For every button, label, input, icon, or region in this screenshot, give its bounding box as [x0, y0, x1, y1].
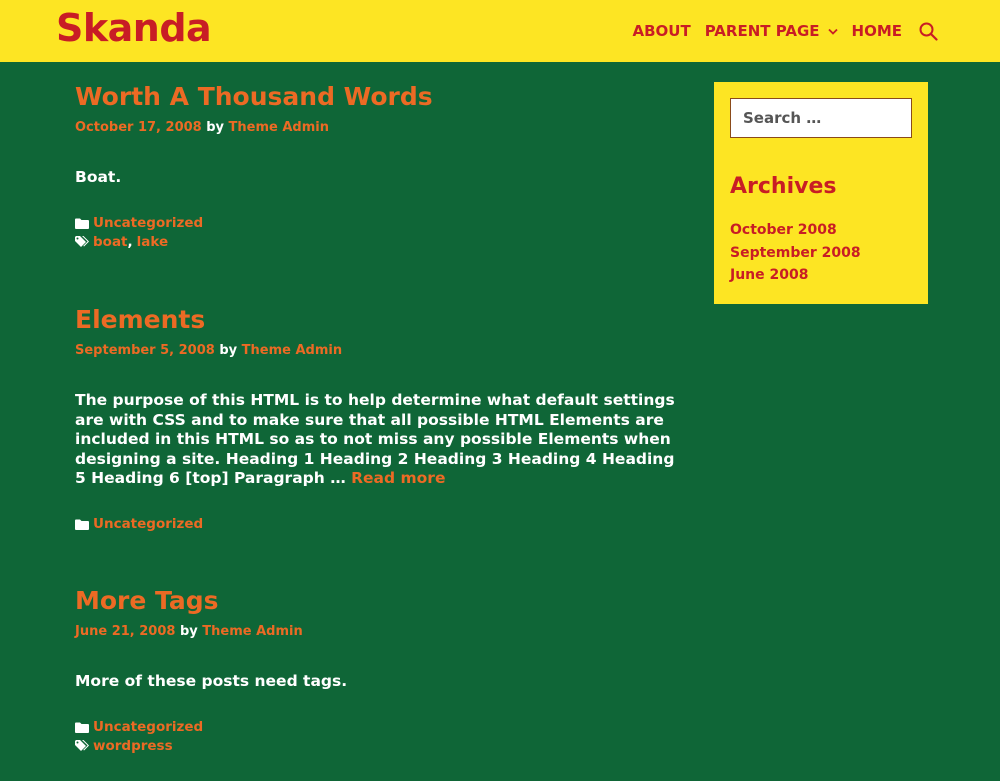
- site-header: Skanda ABOUT PARENT PAGE HOME: [0, 0, 1000, 62]
- folder-icon: [75, 722, 93, 733]
- main-navigation: ABOUT PARENT PAGE HOME: [632, 18, 938, 44]
- post-excerpt: Boat.: [75, 168, 122, 186]
- tag-separator: ,: [127, 233, 133, 250]
- category-link[interactable]: Uncategorized: [93, 515, 203, 534]
- folder-icon: [75, 218, 93, 229]
- post-categories: Uncategorized: [75, 214, 685, 233]
- post-categories: Uncategorized: [75, 718, 685, 737]
- archive-item: September 2008: [730, 242, 861, 265]
- post-excerpt: More of these posts need tags.: [75, 672, 348, 690]
- folder-icon: [75, 519, 93, 530]
- archive-link[interactable]: September 2008: [730, 245, 861, 261]
- tag-link[interactable]: wordpress: [93, 737, 173, 756]
- nav-home[interactable]: HOME: [852, 18, 902, 44]
- post-author[interactable]: Theme Admin: [229, 120, 329, 135]
- post-author[interactable]: Theme Admin: [242, 343, 342, 358]
- post-by-label: by: [179, 624, 198, 639]
- nav-home-label: HOME: [851, 22, 902, 40]
- post-tags: wordpress: [75, 737, 685, 756]
- post-meta: June 21, 2008 by Theme Admin: [75, 624, 685, 640]
- nav-parent-page[interactable]: PARENT PAGE: [705, 18, 838, 44]
- tag-link[interactable]: boat: [93, 233, 128, 252]
- post-by-label: by: [206, 120, 225, 135]
- post-tags: boat, lake: [75, 233, 685, 252]
- post-article: Elements September 5, 2008 by Theme Admi…: [75, 303, 685, 534]
- search-input[interactable]: [730, 98, 912, 138]
- post-title[interactable]: Elements: [75, 303, 685, 337]
- post-meta: September 5, 2008 by Theme Admin: [75, 343, 685, 359]
- tag-link[interactable]: lake: [137, 233, 169, 252]
- archive-link[interactable]: June 2008: [730, 267, 808, 283]
- search-icon[interactable]: [919, 22, 938, 41]
- archives-heading: Archives: [730, 174, 837, 199]
- post-title[interactable]: More Tags: [75, 584, 685, 618]
- post-meta: October 17, 2008 by Theme Admin: [75, 120, 685, 136]
- post-date[interactable]: September 5, 2008: [75, 343, 215, 358]
- category-link[interactable]: Uncategorized: [93, 214, 203, 233]
- nav-parent-page-label: PARENT PAGE: [704, 22, 820, 40]
- archives-list: October 2008 September 2008 June 2008: [730, 219, 861, 287]
- sidebar: Archives October 2008 September 2008 Jun…: [714, 82, 928, 304]
- post-article: More Tags June 21, 2008 by Theme Admin M…: [75, 584, 685, 756]
- archive-item: June 2008: [730, 264, 861, 287]
- post-author[interactable]: Theme Admin: [202, 624, 302, 639]
- category-link[interactable]: Uncategorized: [93, 718, 203, 737]
- nav-about[interactable]: ABOUT: [632, 18, 690, 44]
- post-title[interactable]: Worth A Thousand Words: [75, 80, 685, 114]
- read-more-link[interactable]: Read more: [351, 469, 445, 487]
- tags-icon: [75, 236, 93, 248]
- archive-link[interactable]: October 2008: [730, 222, 837, 238]
- post-date[interactable]: June 21, 2008: [75, 624, 175, 639]
- post-excerpt: The purpose of this HTML is to help dete…: [75, 391, 685, 489]
- post-categories: Uncategorized: [75, 515, 685, 534]
- archive-item: October 2008: [730, 219, 861, 242]
- site-logo[interactable]: Skanda: [56, 5, 212, 51]
- post-date[interactable]: October 17, 2008: [75, 120, 202, 135]
- nav-about-label: ABOUT: [632, 22, 691, 40]
- post-article: Worth A Thousand Words October 17, 2008 …: [75, 80, 685, 252]
- chevron-down-icon[interactable]: [827, 28, 838, 35]
- tags-icon: [75, 740, 93, 752]
- post-by-label: by: [219, 343, 238, 358]
